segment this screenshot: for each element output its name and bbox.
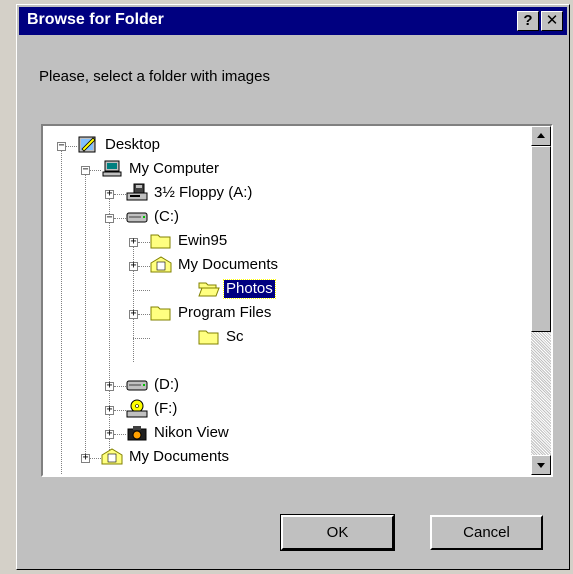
collapse-c-drive-toggle[interactable]: − — [105, 213, 114, 223]
tree-item-label: (F:) — [154, 400, 178, 417]
expand-ewin95-toggle[interactable]: + — [129, 237, 138, 247]
window-title: Browse for Folder — [27, 11, 164, 28]
expand-f-drive-toggle[interactable]: + — [105, 405, 114, 415]
expand-nikon-view-toggle[interactable]: + — [105, 429, 114, 439]
tree-item-label: Nikon View — [154, 424, 229, 441]
open-folder-icon — [198, 282, 220, 297]
arrow-up-icon — [537, 133, 545, 138]
scroll-thumb[interactable] — [531, 146, 551, 332]
tree-item-label: Ewin95 — [178, 232, 228, 249]
arrow-down-icon — [537, 463, 545, 468]
tree-item-label: Sc — [226, 328, 244, 345]
desktop-icon — [78, 136, 96, 153]
folder-icon — [150, 306, 171, 321]
tree-item-label: (C:) — [154, 208, 179, 225]
expand-my-documents-toggle[interactable]: + — [129, 261, 138, 271]
browse-for-folder-dialog: Browse for Folder ? ✕ Please, select a f… — [16, 4, 570, 570]
tree-item-label: Desktop — [105, 136, 161, 153]
tree-item-label: My Computer — [129, 160, 220, 177]
folder-icon — [198, 330, 219, 345]
tree-item-label: Program Files — [178, 304, 272, 321]
expand-floppy-toggle[interactable]: + — [105, 189, 114, 199]
cancel-button[interactable]: Cancel — [430, 515, 543, 550]
expand-program-files-toggle[interactable]: + — [129, 309, 138, 319]
vertical-scrollbar[interactable] — [531, 126, 551, 475]
my-documents-icon — [101, 448, 123, 465]
title-bar[interactable]: Browse for Folder ? ✕ — [19, 7, 567, 35]
expand-my-documents-root-toggle[interactable]: + — [81, 453, 90, 463]
instruction-text: Please, select a folder with images — [39, 68, 270, 85]
hard-drive-icon — [126, 380, 148, 391]
help-button[interactable]: ? — [517, 11, 539, 31]
folder-icon — [150, 234, 171, 249]
collapse-my-computer-toggle[interactable]: − — [81, 165, 90, 175]
computer-icon — [102, 160, 122, 177]
floppy-drive-icon — [126, 183, 148, 201]
tree-item-label: Photos — [223, 279, 276, 299]
my-documents-icon — [150, 256, 172, 273]
tree-item-label: 3½ Floppy (A:) — [154, 184, 253, 201]
ok-button[interactable]: OK — [280, 514, 395, 551]
tree-item-label: My Documents — [178, 256, 279, 273]
tree-item-label: (D:) — [154, 376, 179, 393]
scroll-up-button[interactable] — [531, 126, 551, 146]
folder-tree: − − + − + + + + + + + Desktop My Compute… — [43, 126, 531, 475]
camera-icon — [127, 426, 147, 441]
expand-d-drive-toggle[interactable]: + — [105, 381, 114, 391]
folder-tree-view[interactable]: − − + − + + + + + + + Desktop My Compute… — [41, 124, 553, 477]
collapse-desktop-toggle[interactable]: − — [57, 141, 66, 151]
close-button[interactable]: ✕ — [541, 11, 563, 31]
hard-drive-icon — [126, 212, 148, 223]
tree-item-label: My Documents — [129, 448, 230, 465]
scroll-down-button[interactable] — [531, 455, 551, 475]
cd-drive-icon — [126, 399, 148, 418]
